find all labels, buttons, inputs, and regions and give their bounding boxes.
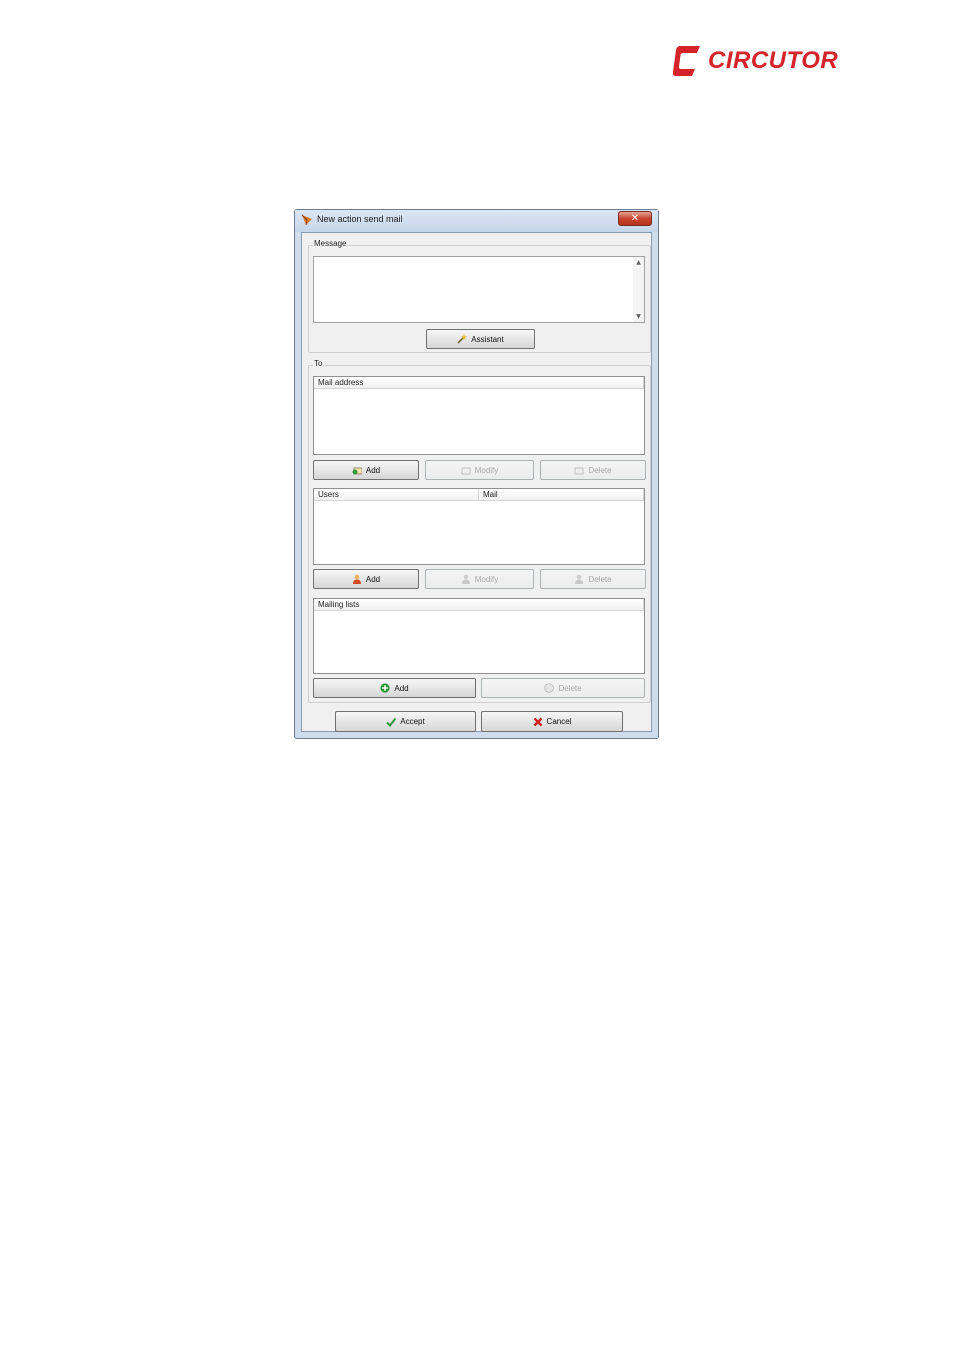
modify-mail-address-label: Modify [474,465,499,475]
dialog-body: Message ▲ ▼ Assistant To Mail address Ad… [301,232,652,732]
accept-button[interactable]: Accept [335,711,476,732]
mailing-lists-column[interactable]: Mailing lists [314,599,644,610]
mail-edit-icon [461,467,471,475]
circutor-logo-text: CIRCUTOR [708,47,839,74]
modify-user-button[interactable]: Modify [425,569,534,589]
modify-user-label: Modify [474,574,499,584]
to-group-label: To [313,359,324,368]
users-column[interactable]: Users [314,489,479,500]
mail-add-icon [352,467,362,475]
mail-action-icon [301,214,312,226]
circutor-logo-mark [672,46,700,76]
message-group-label: Message [313,239,348,248]
delete-mail-address-button[interactable]: Delete [540,460,646,480]
users-list-header: Users Mail [314,489,644,501]
send-mail-dialog: New action send mail ✕ Message ▲ ▼ Assis… [294,209,659,739]
mail-address-list[interactable]: Mail address [313,376,645,455]
delete-mailing-list-label: Delete [558,683,582,693]
user-delete-icon [575,574,584,584]
mail-address-column[interactable]: Mail address [314,377,644,388]
mail-column[interactable]: Mail [479,489,644,500]
add-mailing-list-button[interactable]: Add [313,678,476,698]
add-mailing-list-label: Add [394,683,409,693]
to-group: To Mail address Add Modify Delete Users … [308,359,651,703]
add-mail-address-button[interactable]: Add [313,460,419,480]
assistant-label: Assistant [471,334,504,344]
mailing-lists-list[interactable]: Mailing lists [313,598,645,674]
user-edit-icon [461,574,470,584]
user-add-icon [352,574,361,584]
window-title: New action send mail [317,214,403,224]
message-group: Message ▲ ▼ Assistant [308,239,651,353]
modify-mail-address-button[interactable]: Modify [425,460,534,480]
plus-circle-icon [380,683,390,693]
cancel-label: Cancel [546,717,572,726]
scroll-up-icon[interactable]: ▲ [633,259,644,266]
mail-address-header: Mail address [314,377,644,389]
add-user-button[interactable]: Add [313,569,419,589]
delete-mailing-list-button[interactable]: Delete [481,678,645,698]
list-delete-icon [544,683,555,693]
check-icon [386,717,397,727]
wand-icon [457,334,468,344]
cancel-button[interactable]: Cancel [481,711,623,732]
mailing-lists-header: Mailing lists [314,599,644,611]
delete-mail-address-label: Delete [588,465,612,475]
mail-delete-icon [575,467,584,475]
circutor-logo: CIRCUTOR [672,44,844,80]
delete-user-label: Delete [588,574,612,584]
title-bar[interactable]: New action send mail ✕ [295,210,658,232]
assistant-button[interactable]: Assistant [426,329,535,349]
close-button[interactable]: ✕ [618,211,652,226]
delete-user-button[interactable]: Delete [540,569,646,589]
message-scrollbar[interactable]: ▲ ▼ [633,257,644,322]
add-mail-address-label: Add [365,465,381,475]
add-user-label: Add [365,574,381,584]
users-list[interactable]: Users Mail [313,488,645,565]
scroll-down-icon[interactable]: ▼ [633,313,644,320]
x-icon [533,717,542,726]
accept-label: Accept [400,717,425,726]
message-textarea[interactable]: ▲ ▼ [313,256,645,323]
close-icon: ✕ [630,213,640,224]
